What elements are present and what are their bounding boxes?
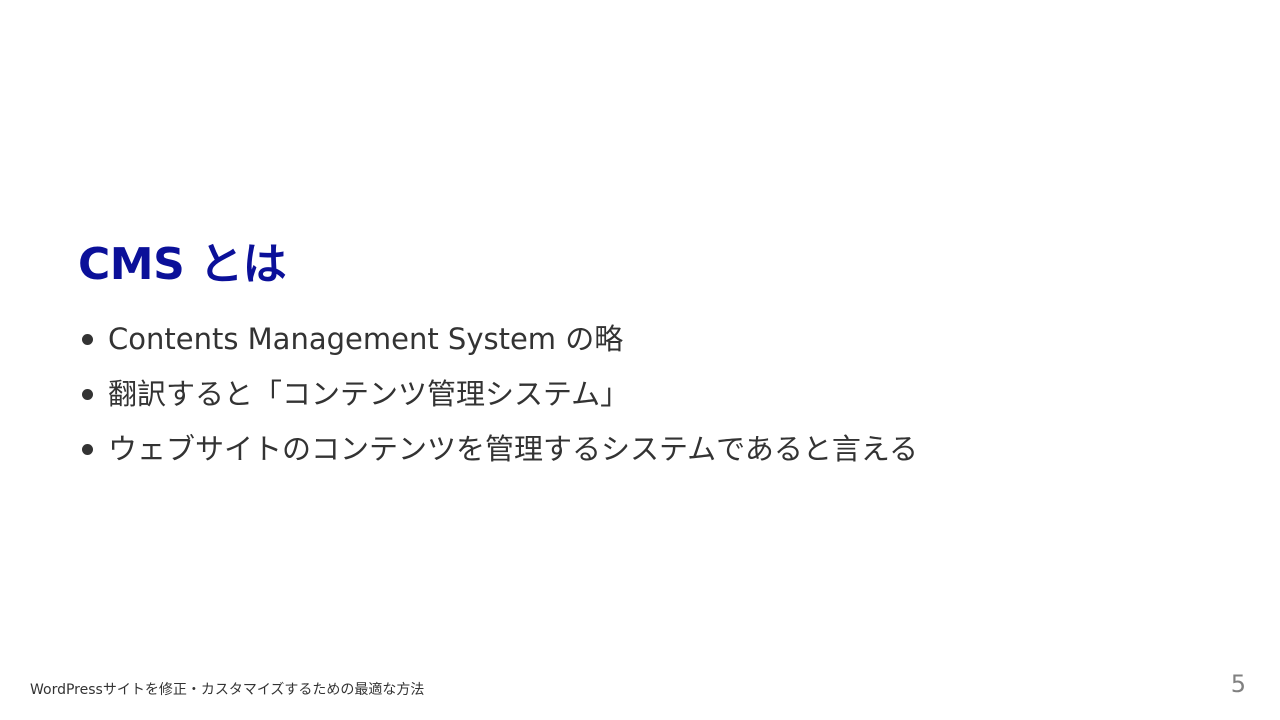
slide-title: CMS とは xyxy=(78,239,287,290)
bullet-item: ウェブサイトのコンテンツを管理するシステムであると言える xyxy=(78,430,1208,468)
bullet-text: Contents Management System の略 xyxy=(108,322,624,356)
slide-footer: WordPressサイトを修正・カスタマイズするための最適な方法 xyxy=(30,682,425,698)
bullet-text: ウェブサイトのコンテンツを管理するシステムであると言える xyxy=(108,432,918,466)
bullet-dot-icon xyxy=(82,334,93,345)
slide-content: CMS とは Contents Management System の略 翻訳す… xyxy=(78,236,1208,485)
bullet-item: Contents Management System の略 xyxy=(78,320,1208,358)
bullet-item: 翻訳すると「コンテンツ管理システム」 xyxy=(78,375,1208,413)
bullet-dot-icon xyxy=(82,444,93,455)
bullet-text: 翻訳すると「コンテンツ管理システム」 xyxy=(108,377,630,411)
slide: CMS とは Contents Management System の略 翻訳す… xyxy=(0,0,1280,720)
bullet-dot-icon xyxy=(82,389,93,400)
bullet-list: Contents Management System の略 翻訳すると「コンテン… xyxy=(78,320,1208,468)
page-number: 5 xyxy=(1230,670,1246,698)
